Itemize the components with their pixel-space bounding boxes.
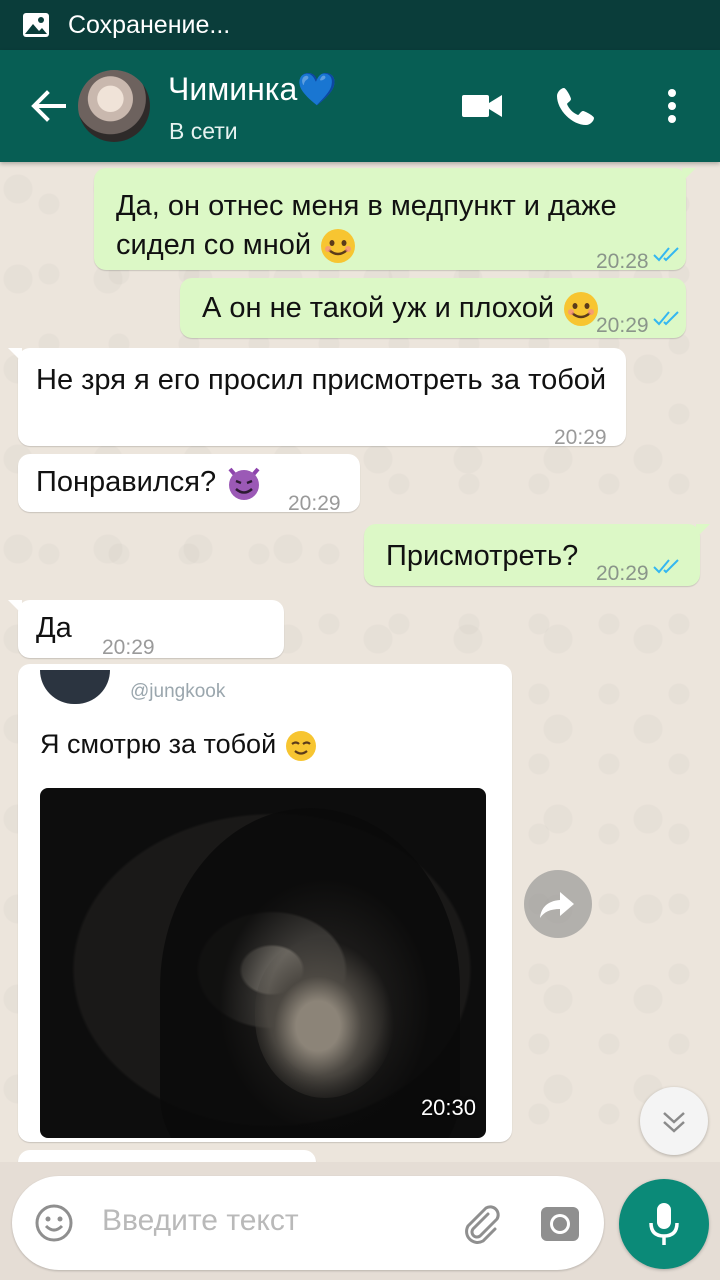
read-ticks-icon	[653, 247, 679, 262]
message-text: Присмотреть?	[386, 540, 579, 572]
avatar[interactable]	[78, 70, 150, 142]
more-vert-icon[interactable]	[648, 82, 696, 130]
photo[interactable]: 20:30	[40, 788, 486, 1138]
message-composer[interactable]: Введите текст	[12, 1176, 604, 1270]
message-incoming[interactable]: Да 20:29	[8, 600, 284, 659]
message-text: Да	[36, 612, 72, 644]
post-text: Я смотрю за тобой	[40, 729, 277, 759]
message-text: Понравился?	[36, 466, 217, 498]
message-input[interactable]: Введите текст	[102, 1204, 299, 1238]
read-ticks-icon	[653, 559, 679, 574]
status-bar: Сохранение...	[0, 0, 720, 50]
message-time: 20:29	[596, 562, 649, 585]
arrow-back-icon[interactable]	[26, 84, 70, 128]
message-image[interactable]: @jungkook Я смотрю за тобой 20:30	[18, 664, 512, 1142]
chevron-double-down-icon	[663, 1112, 685, 1133]
message-incoming[interactable]: Не зря я его просил присмотреть за тобой…	[8, 348, 626, 449]
message-incoming[interactable]	[18, 1150, 316, 1162]
message-time: 20:30	[420, 1095, 476, 1120]
smiling-imp-emoji	[228, 468, 260, 501]
message-time: 20:28	[596, 250, 649, 273]
message-text: Не зря я его просил присмотреть за тобой	[36, 364, 607, 396]
emoji-icon[interactable]	[34, 1203, 74, 1243]
smiling-face-emoji	[321, 229, 356, 264]
gallery-icon	[23, 13, 49, 37]
forward-icon	[540, 892, 574, 918]
message-time: 20:29	[288, 492, 341, 515]
message-text: А он не такой уж и плохой	[202, 292, 555, 324]
chat-area[interactable]: Да, он отнес меня в медпункт и даже сиде…	[0, 162, 720, 1162]
scroll-down-button[interactable]	[640, 1087, 708, 1155]
post-avatar	[40, 670, 110, 704]
message-text: сидел со мной	[116, 229, 312, 261]
read-ticks-icon	[653, 311, 679, 326]
relieved-face-emoji	[285, 730, 316, 761]
post-handle: @jungkook	[130, 681, 226, 702]
message-text: Да, он отнес меня в медпункт и даже	[116, 190, 617, 222]
message-incoming[interactable]: Понравился? 20:29	[18, 454, 360, 515]
presence-status: В сети	[169, 118, 238, 144]
message-time: 20:29	[102, 636, 155, 659]
chat-header: Чиминка💙 В сети	[0, 50, 720, 162]
mic-icon	[649, 1203, 679, 1245]
video-call-icon[interactable]	[458, 82, 506, 130]
attach-icon[interactable]	[458, 1200, 504, 1246]
message-outgoing[interactable]: Да, он отнес меня в медпункт и даже сиде…	[94, 168, 696, 273]
forward-button[interactable]	[524, 870, 592, 938]
message-outgoing[interactable]: А он не такой уж и плохой 20:29	[180, 278, 686, 338]
contact-name[interactable]: Чиминка💙	[168, 70, 337, 108]
voice-call-icon[interactable]	[552, 82, 600, 130]
camera-icon[interactable]	[538, 1201, 582, 1245]
mic-button[interactable]	[619, 1179, 709, 1269]
message-time: 20:29	[554, 426, 607, 449]
smiling-face-emoji	[564, 292, 599, 327]
message-time: 20:29	[596, 314, 649, 337]
status-text: Сохранение...	[68, 11, 231, 39]
message-outgoing[interactable]: Присмотреть? 20:29	[364, 524, 710, 586]
blue-heart-emoji: 💙	[297, 71, 338, 107]
